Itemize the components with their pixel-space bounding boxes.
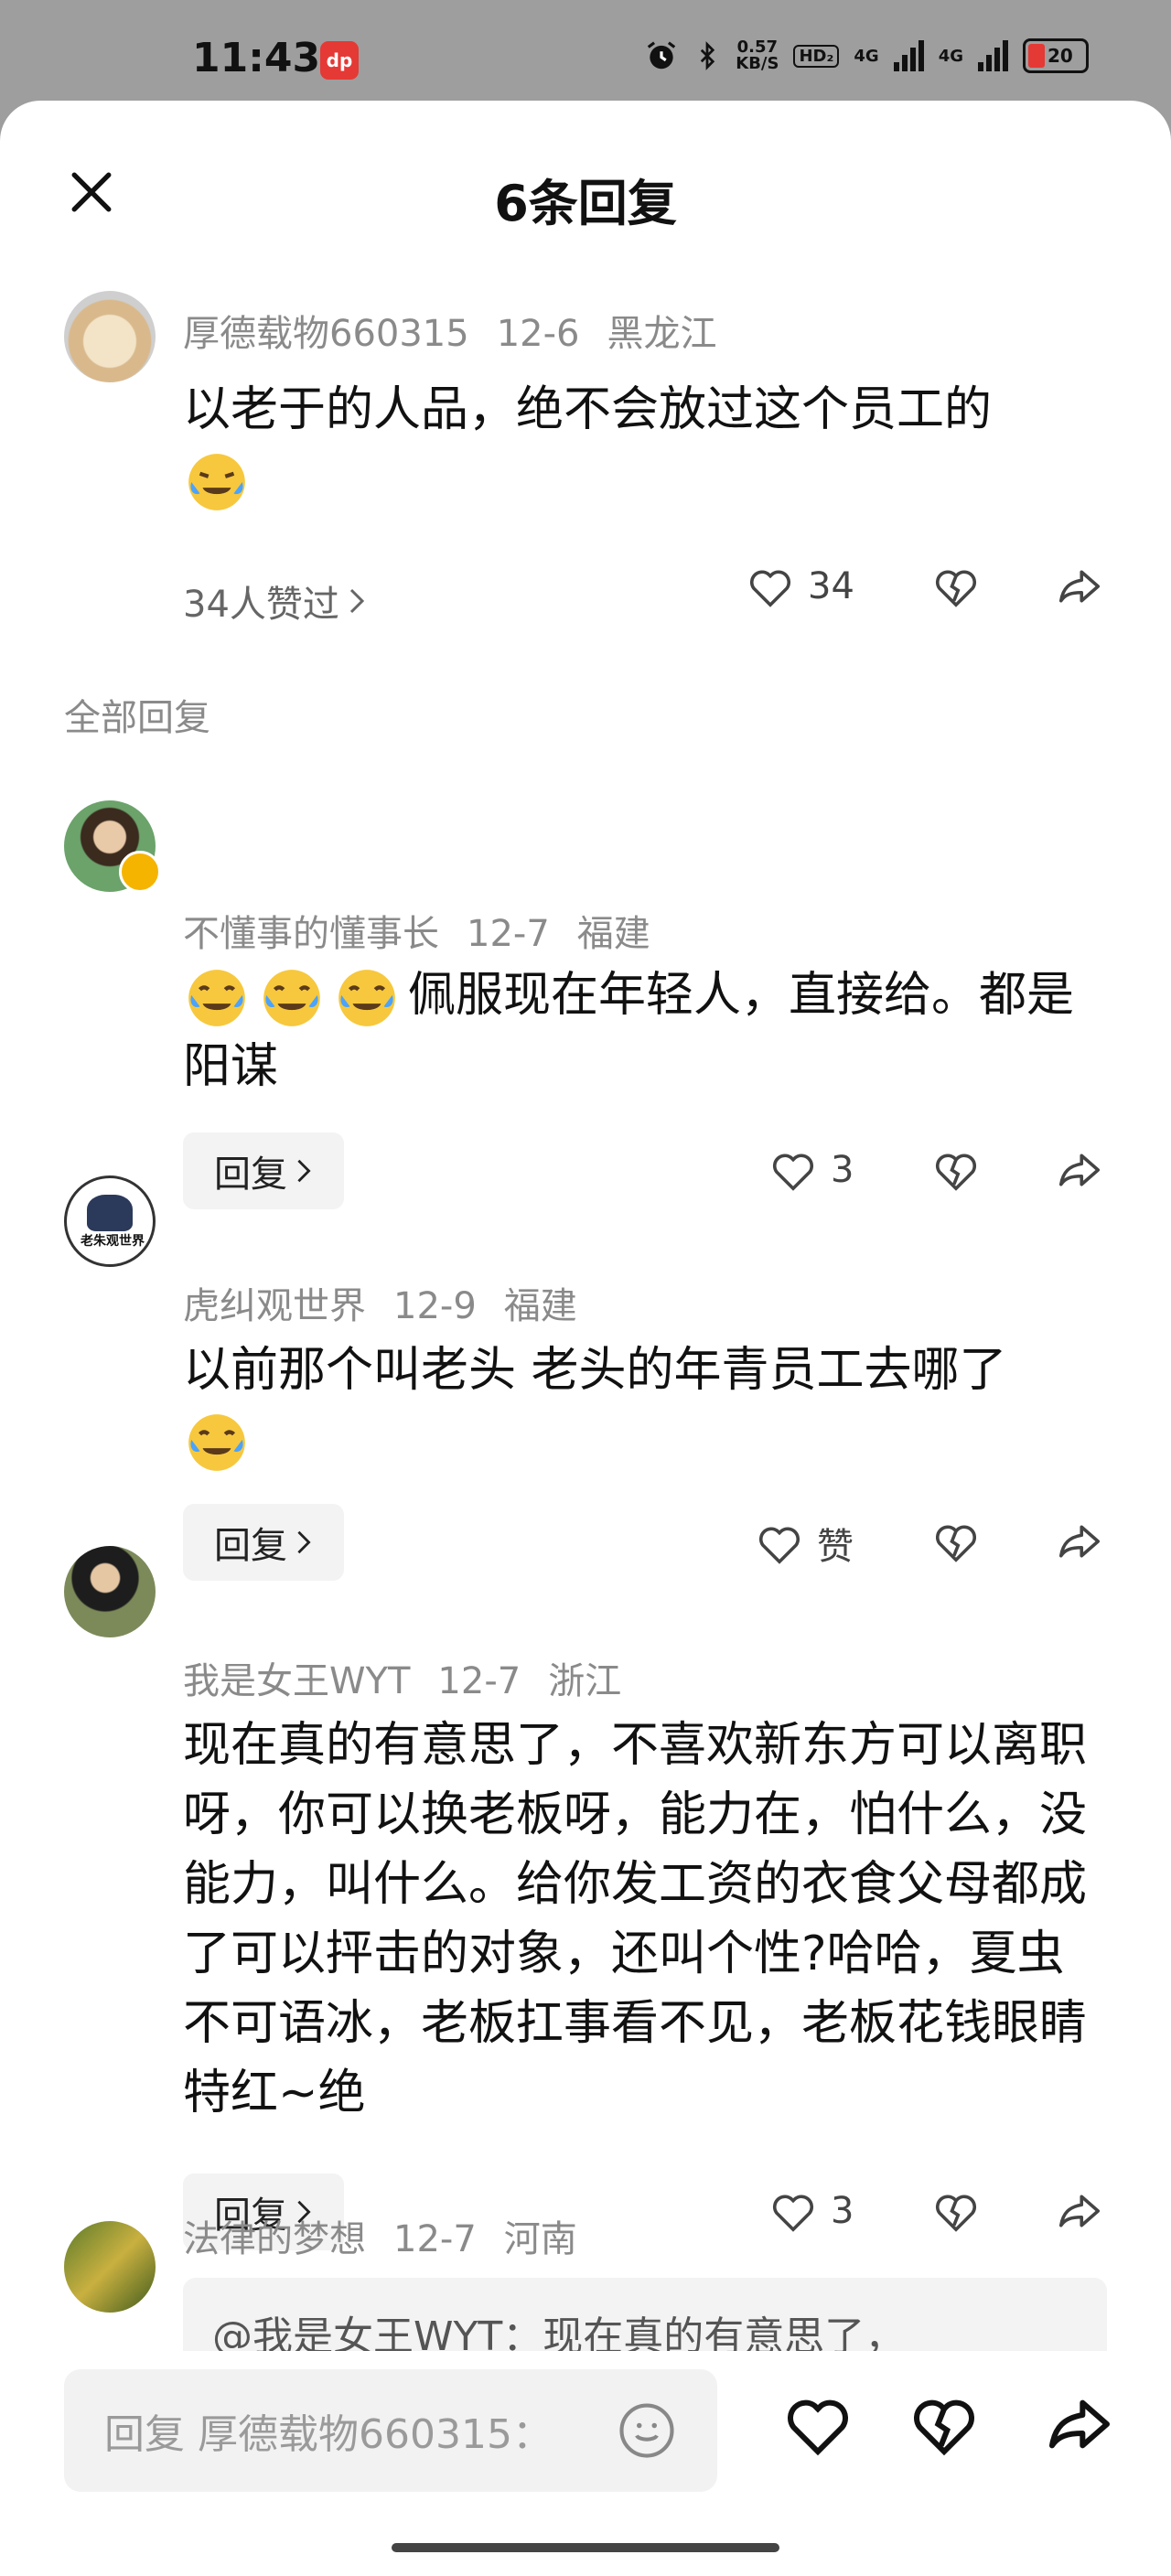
comment-region: 河南 — [503, 2218, 577, 2260]
heart-icon[interactable] — [781, 2388, 854, 2461]
dislike-button[interactable] — [931, 1517, 981, 1566]
laugh-tears-emoji-icon — [258, 964, 326, 1032]
home-indicator[interactable] — [392, 2543, 779, 2552]
like-button[interactable]: 3 — [768, 2186, 854, 2236]
heart-icon — [749, 570, 791, 607]
comment-text: 现在真的有意思了，不喜欢新东方可以离职呀，你可以换老板呀，能力在，怕什么，没能力… — [183, 1711, 1107, 2128]
comment-text: 以老于的人品，绝不会放过这个员工的 — [183, 375, 1107, 516]
share-button[interactable] — [1054, 562, 1105, 611]
heart-icon — [758, 1527, 800, 1564]
share-icon — [1058, 1525, 1101, 1558]
status-icons: 0.57 KB/S HD₂ 4G 4G 20 — [644, 38, 1089, 73]
signal-icon-1 — [893, 40, 924, 71]
network-type-2: 4G — [938, 46, 963, 66]
username[interactable]: 我是女王WYT — [183, 1660, 410, 1702]
comment-meta: 法律的梦想 12-7 河南 — [183, 2209, 605, 2262]
broken-heart-icon — [935, 1525, 977, 1562]
comment-meta: 我是女王WYT 12-7 浙江 — [183, 1651, 649, 1704]
comment-text-content: 以老于的人品，绝不会放过这个员工的 — [183, 382, 993, 437]
comment-region: 浙江 — [548, 1660, 622, 1702]
like-count: 3 — [831, 1149, 854, 1191]
avatar[interactable] — [64, 2221, 156, 2313]
reply-label: 回复 — [214, 1154, 287, 1196]
likers-text: 34人赞过 — [183, 584, 339, 626]
share-button[interactable] — [1054, 1517, 1105, 1566]
share-icon — [1058, 570, 1101, 603]
alarm-icon — [648, 41, 676, 70]
comment-text-content: 以前那个叫老头 老头的年青员工去哪了 — [183, 1343, 1007, 1398]
broken-heart-icon — [935, 570, 977, 607]
crying-laugh-emoji-icon — [183, 448, 251, 516]
heart-icon — [772, 2195, 814, 2232]
comment-text: 以前那个叫老头 老头的年青员工去哪了 — [183, 1336, 1107, 1476]
reply-input-placeholder: 回复 厚德载物660315： — [104, 2411, 553, 2458]
battery-icon: 20 — [1023, 38, 1089, 73]
chevron-right-icon — [297, 1159, 311, 1183]
laugh-tears-emoji-icon — [333, 964, 401, 1032]
app-badge-icon: dp — [320, 41, 359, 80]
laugh-tears-emoji-icon — [183, 1409, 251, 1476]
reply-button[interactable]: 回复 — [183, 1132, 344, 1209]
hd-badge: HD₂ — [793, 44, 840, 68]
username[interactable]: 厚德载物660315 — [183, 313, 469, 355]
emoji-smile-icon[interactable] — [617, 2400, 677, 2461]
reply-input[interactable]: 回复 厚德载物660315： — [64, 2369, 717, 2492]
broken-heart-icon — [935, 2195, 977, 2232]
like-count: 34 — [808, 565, 854, 607]
likers-link[interactable]: 34人赞过 — [183, 574, 367, 628]
comment-date: 12-7 — [437, 1660, 521, 1702]
share-icon — [1058, 1154, 1101, 1186]
username[interactable]: 不懂事的懂事长 — [183, 913, 439, 955]
signal-icon-2 — [978, 40, 1008, 71]
status-time: 11:43 — [192, 35, 321, 81]
username[interactable]: 法律的梦想 — [183, 2218, 366, 2260]
avatar[interactable]: 老朱观世界 — [64, 1175, 156, 1267]
like-count: 3 — [831, 2190, 854, 2232]
network-type-1: 4G — [854, 46, 879, 66]
bluetooth-icon — [701, 41, 715, 70]
like-button[interactable]: 34 — [746, 562, 854, 611]
broken-heart-icon — [935, 1154, 977, 1191]
dislike-button[interactable] — [931, 1145, 981, 1195]
replies-sheet: 6条回复 厚德载物660315 12-6 黑龙江 以老于的人品，绝不会放过这个员工的… — [0, 101, 1171, 2576]
avatar[interactable] — [64, 1546, 156, 1637]
comment-date: 12-9 — [393, 1285, 477, 1327]
reply-button[interactable]: 回复 — [183, 1504, 344, 1581]
like-button[interactable]: 赞 — [755, 1517, 854, 1570]
comment-region: 福建 — [503, 1285, 577, 1327]
status-bar: 11:43 dp 0.57 KB/S HD₂ 4G 4G 20 — [0, 0, 1171, 101]
comment-meta: 厚德载物660315 12-6 黑龙江 — [183, 304, 744, 357]
comment-date: 12-7 — [393, 2218, 477, 2260]
share-button[interactable] — [1054, 1145, 1105, 1195]
comment-meta: 不懂事的懂事长 12-7 福建 — [183, 904, 678, 957]
vip-badge-icon — [119, 851, 161, 893]
share-button[interactable] — [1054, 2186, 1105, 2236]
comment-date: 12-7 — [467, 913, 550, 955]
like-button[interactable]: 3 — [768, 1145, 854, 1195]
broken-heart-icon[interactable] — [908, 2388, 981, 2461]
battery-level: 20 — [1047, 45, 1073, 67]
dislike-button[interactable] — [931, 562, 981, 611]
share-icon[interactable] — [1043, 2388, 1116, 2461]
like-count: 赞 — [817, 1526, 854, 1568]
avatar[interactable] — [64, 291, 156, 382]
sheet-title: 6条回复 — [494, 175, 677, 232]
comment-region: 黑龙江 — [607, 313, 717, 355]
comment-actions: 34 — [746, 562, 854, 611]
chevron-right-icon — [297, 1530, 311, 1554]
comment-text: 佩服现在年轻人，直接给。都是阳谋 — [183, 961, 1107, 1101]
reply-label: 回复 — [214, 1525, 287, 1567]
section-label: 全部回复 — [64, 697, 210, 739]
net-speed: 0.57 KB/S — [736, 38, 779, 73]
comment-region: 福建 — [576, 913, 650, 955]
comment-text-content: 现在真的有意思了，不喜欢新东方可以离职呀，你可以换老板呀，能力在，怕什么，没能力… — [183, 1718, 1088, 2120]
share-icon — [1058, 2195, 1101, 2227]
laugh-tears-emoji-icon — [183, 964, 251, 1032]
comment-meta: 虎纠观世界 12-9 福建 — [183, 1276, 605, 1329]
chevron-right-icon — [349, 588, 365, 614]
username[interactable]: 虎纠观世界 — [183, 1285, 366, 1327]
dislike-button[interactable] — [931, 2186, 981, 2236]
comment-date: 12-6 — [496, 313, 580, 355]
heart-icon — [772, 1154, 814, 1191]
